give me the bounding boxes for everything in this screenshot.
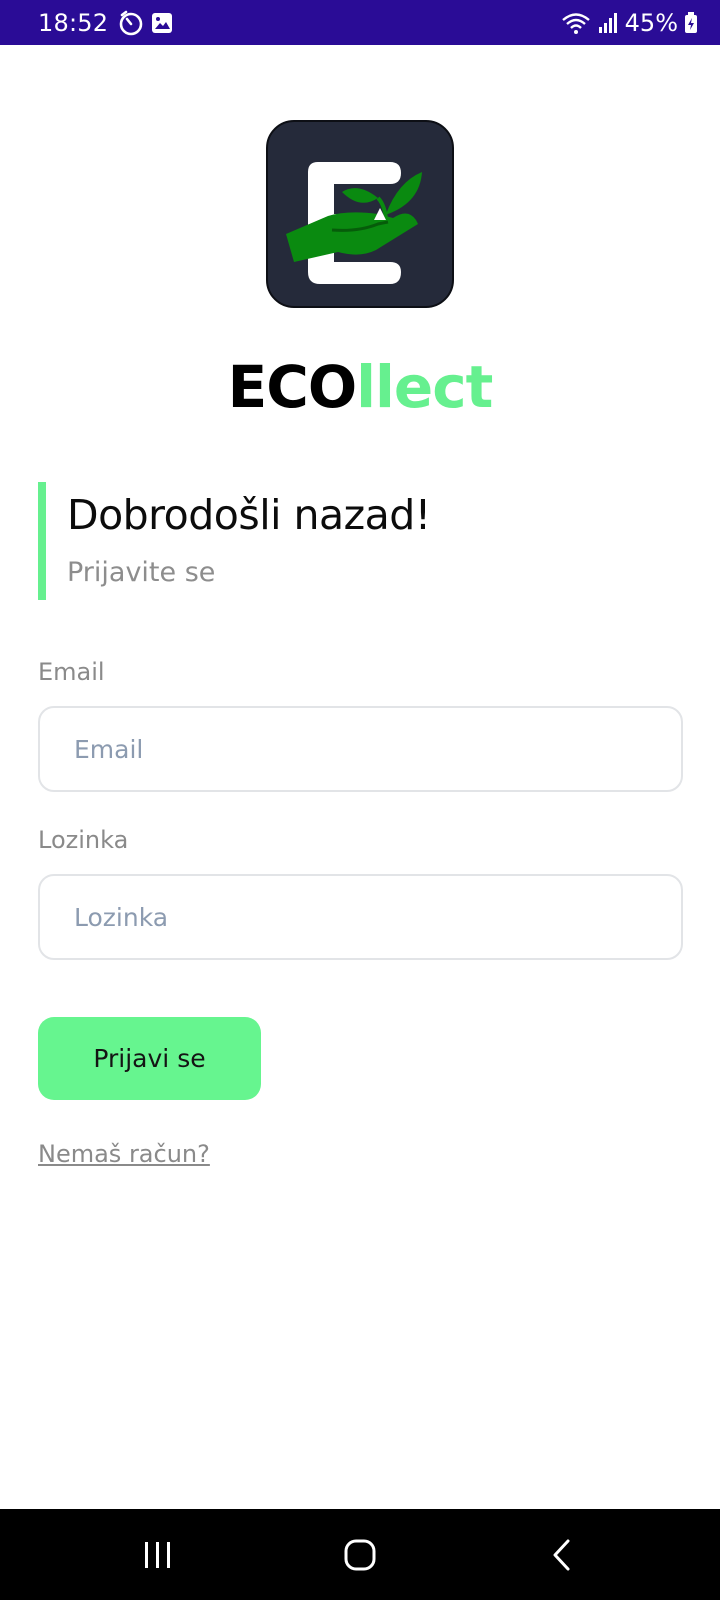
password-field[interactable]: [38, 874, 683, 960]
brand-title: ECOllect: [0, 353, 720, 421]
email-field[interactable]: [38, 706, 683, 792]
brand-title-llect: llect: [356, 353, 493, 421]
system-navigation-bar: [0, 1509, 720, 1600]
back-icon: [553, 1539, 570, 1570]
app-logo: [266, 120, 454, 308]
status-time: 18:52: [38, 8, 109, 37]
email-label: Email: [38, 658, 105, 686]
timer-icon: [119, 10, 143, 35]
back-button[interactable]: [517, 1509, 607, 1600]
battery-percent: 45%: [624, 8, 678, 37]
login-button[interactable]: Prijavi se: [38, 1017, 261, 1100]
recents-button[interactable]: [113, 1509, 203, 1600]
wifi-icon: [561, 12, 590, 34]
welcome-subtitle: Prijavite se: [67, 557, 216, 588]
status-bar: 18:52 45%: [0, 0, 720, 45]
brand-title-eco: ECO: [227, 353, 357, 421]
home-icon: [344, 1539, 376, 1570]
battery-icon: [685, 11, 697, 33]
signal-icon: [598, 12, 617, 33]
gallery-icon: [152, 12, 173, 33]
password-label: Lozinka: [38, 826, 129, 854]
home-button[interactable]: [315, 1509, 405, 1600]
welcome-title: Dobrodošli nazad!: [67, 491, 431, 539]
register-link[interactable]: Nemaš račun?: [38, 1140, 210, 1168]
welcome-block: Dobrodošli nazad! Prijavite se: [38, 482, 678, 600]
ecollect-logo-icon: [286, 162, 422, 284]
recents-icon: [145, 1541, 170, 1568]
